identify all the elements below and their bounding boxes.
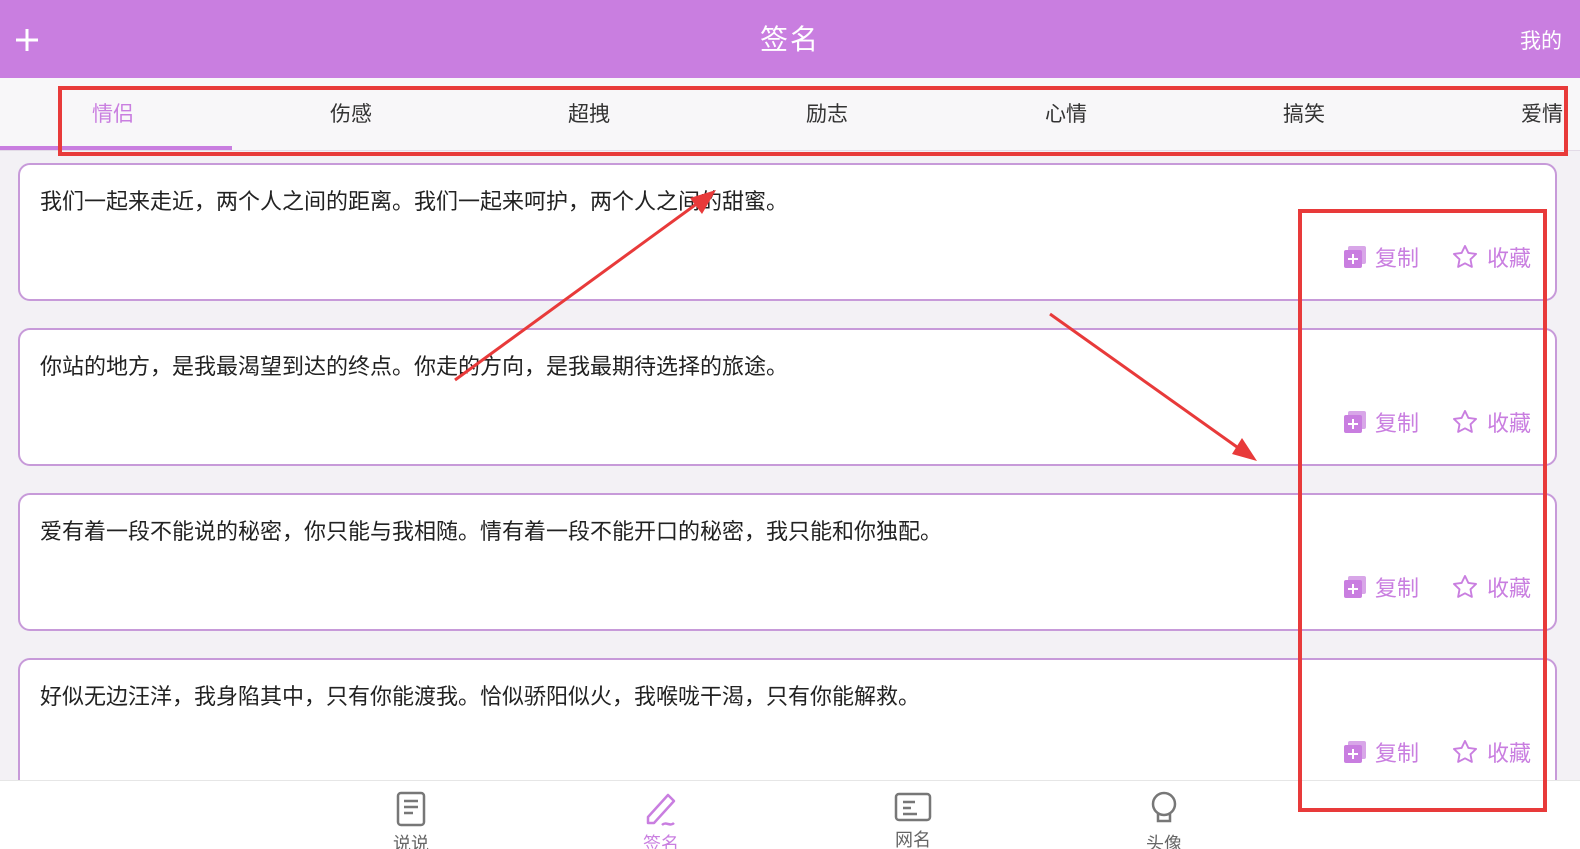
copy-plus-icon [1343,411,1366,433]
copy-plus-icon [1343,246,1366,268]
pen-signature-icon [646,793,676,827]
copy-button[interactable]: 复制 [1343,406,1419,438]
signature-text: 爱有着一段不能说的秘密，你只能与我相随。情有着一段不能开口的秘密，我只能和你独配… [40,520,943,545]
favorite-button[interactable]: 收藏 [1451,736,1531,768]
signature-card: 我们一起来走近，两个人之间的距离。我们一起来呵护，两个人之间的甜蜜。 复制 收藏 [18,163,1557,301]
star-outline-icon [1452,409,1478,433]
star-outline-icon [1452,244,1478,268]
star-outline-icon [1452,739,1478,763]
signature-text: 我们一起来走近，两个人之间的距离。我们一起来呵护，两个人之间的甜蜜。 [40,190,789,215]
avatar-icon [1151,791,1177,823]
tab-mood[interactable]: 心情 [1045,78,1087,150]
mine-button[interactable]: 我的 [1520,26,1562,56]
nav-label: 网名 [895,830,931,849]
active-tab-indicator [0,146,232,150]
copy-label: 复制 [1374,247,1419,272]
favorite-button[interactable]: 收藏 [1451,571,1531,603]
favorite-label: 收藏 [1486,247,1531,272]
copy-label: 复制 [1374,412,1419,437]
copy-label: 复制 [1374,742,1419,767]
document-icon [396,791,426,827]
copy-button[interactable]: 复制 [1343,736,1419,768]
nav-label: 头像 [1146,834,1182,849]
signature-card: 好似无边汪洋，我身陷其中，只有你能渡我。恰似骄阳似火，我喉咙干渴，只有你能解救。… [18,658,1557,796]
signature-text: 你站的地方，是我最渴望到达的终点。你走的方向，是我最期待选择的旅途。 [40,355,789,380]
tab-love[interactable]: 爱情 [1521,78,1563,150]
nav-label: 说说 [393,834,429,849]
id-card-icon [894,792,932,822]
tab-cool[interactable]: 超拽 [568,78,610,150]
star-outline-icon [1452,574,1478,598]
nav-item-posts[interactable]: 说说 [366,791,456,849]
signature-card: 爱有着一段不能说的秘密，你只能与我相随。情有着一段不能开口的秘密，我只能和你独配… [18,493,1557,631]
tab-inspiring[interactable]: 励志 [806,78,848,150]
app-header: 签名 我的 [0,0,1580,78]
page-title: 签名 [759,23,820,56]
bottom-nav: 说说 签名 网名 头像 [0,780,1580,849]
favorite-button[interactable]: 收藏 [1451,241,1531,273]
tab-funny[interactable]: 搞笑 [1283,78,1325,150]
signature-card: 你站的地方，是我最渴望到达的终点。你走的方向，是我最期待选择的旅途。 复制 收藏 [18,328,1557,466]
favorite-label: 收藏 [1486,577,1531,602]
signature-text: 好似无边汪洋，我身陷其中，只有你能渡我。恰似骄阳似火，我喉咙干渴，只有你能解救。 [40,685,921,710]
copy-button[interactable]: 复制 [1343,241,1419,273]
favorite-button[interactable]: 收藏 [1451,406,1531,438]
tab-sad[interactable]: 伤感 [330,78,372,150]
copy-plus-icon [1343,576,1366,598]
nav-item-nickname[interactable]: 网名 [868,791,958,849]
favorite-label: 收藏 [1486,742,1531,767]
nav-item-signature[interactable]: 签名 [616,791,706,849]
copy-button[interactable]: 复制 [1343,571,1419,603]
favorite-label: 收藏 [1486,412,1531,437]
copy-label: 复制 [1374,577,1419,602]
nav-label: 签名 [643,834,679,849]
category-tabs: 情侣 伤感 超拽 励志 心情 搞笑 爱情 [0,78,1580,151]
nav-item-avatar[interactable]: 头像 [1119,791,1209,849]
copy-plus-icon [1343,741,1366,763]
tab-couple[interactable]: 情侣 [92,78,134,150]
